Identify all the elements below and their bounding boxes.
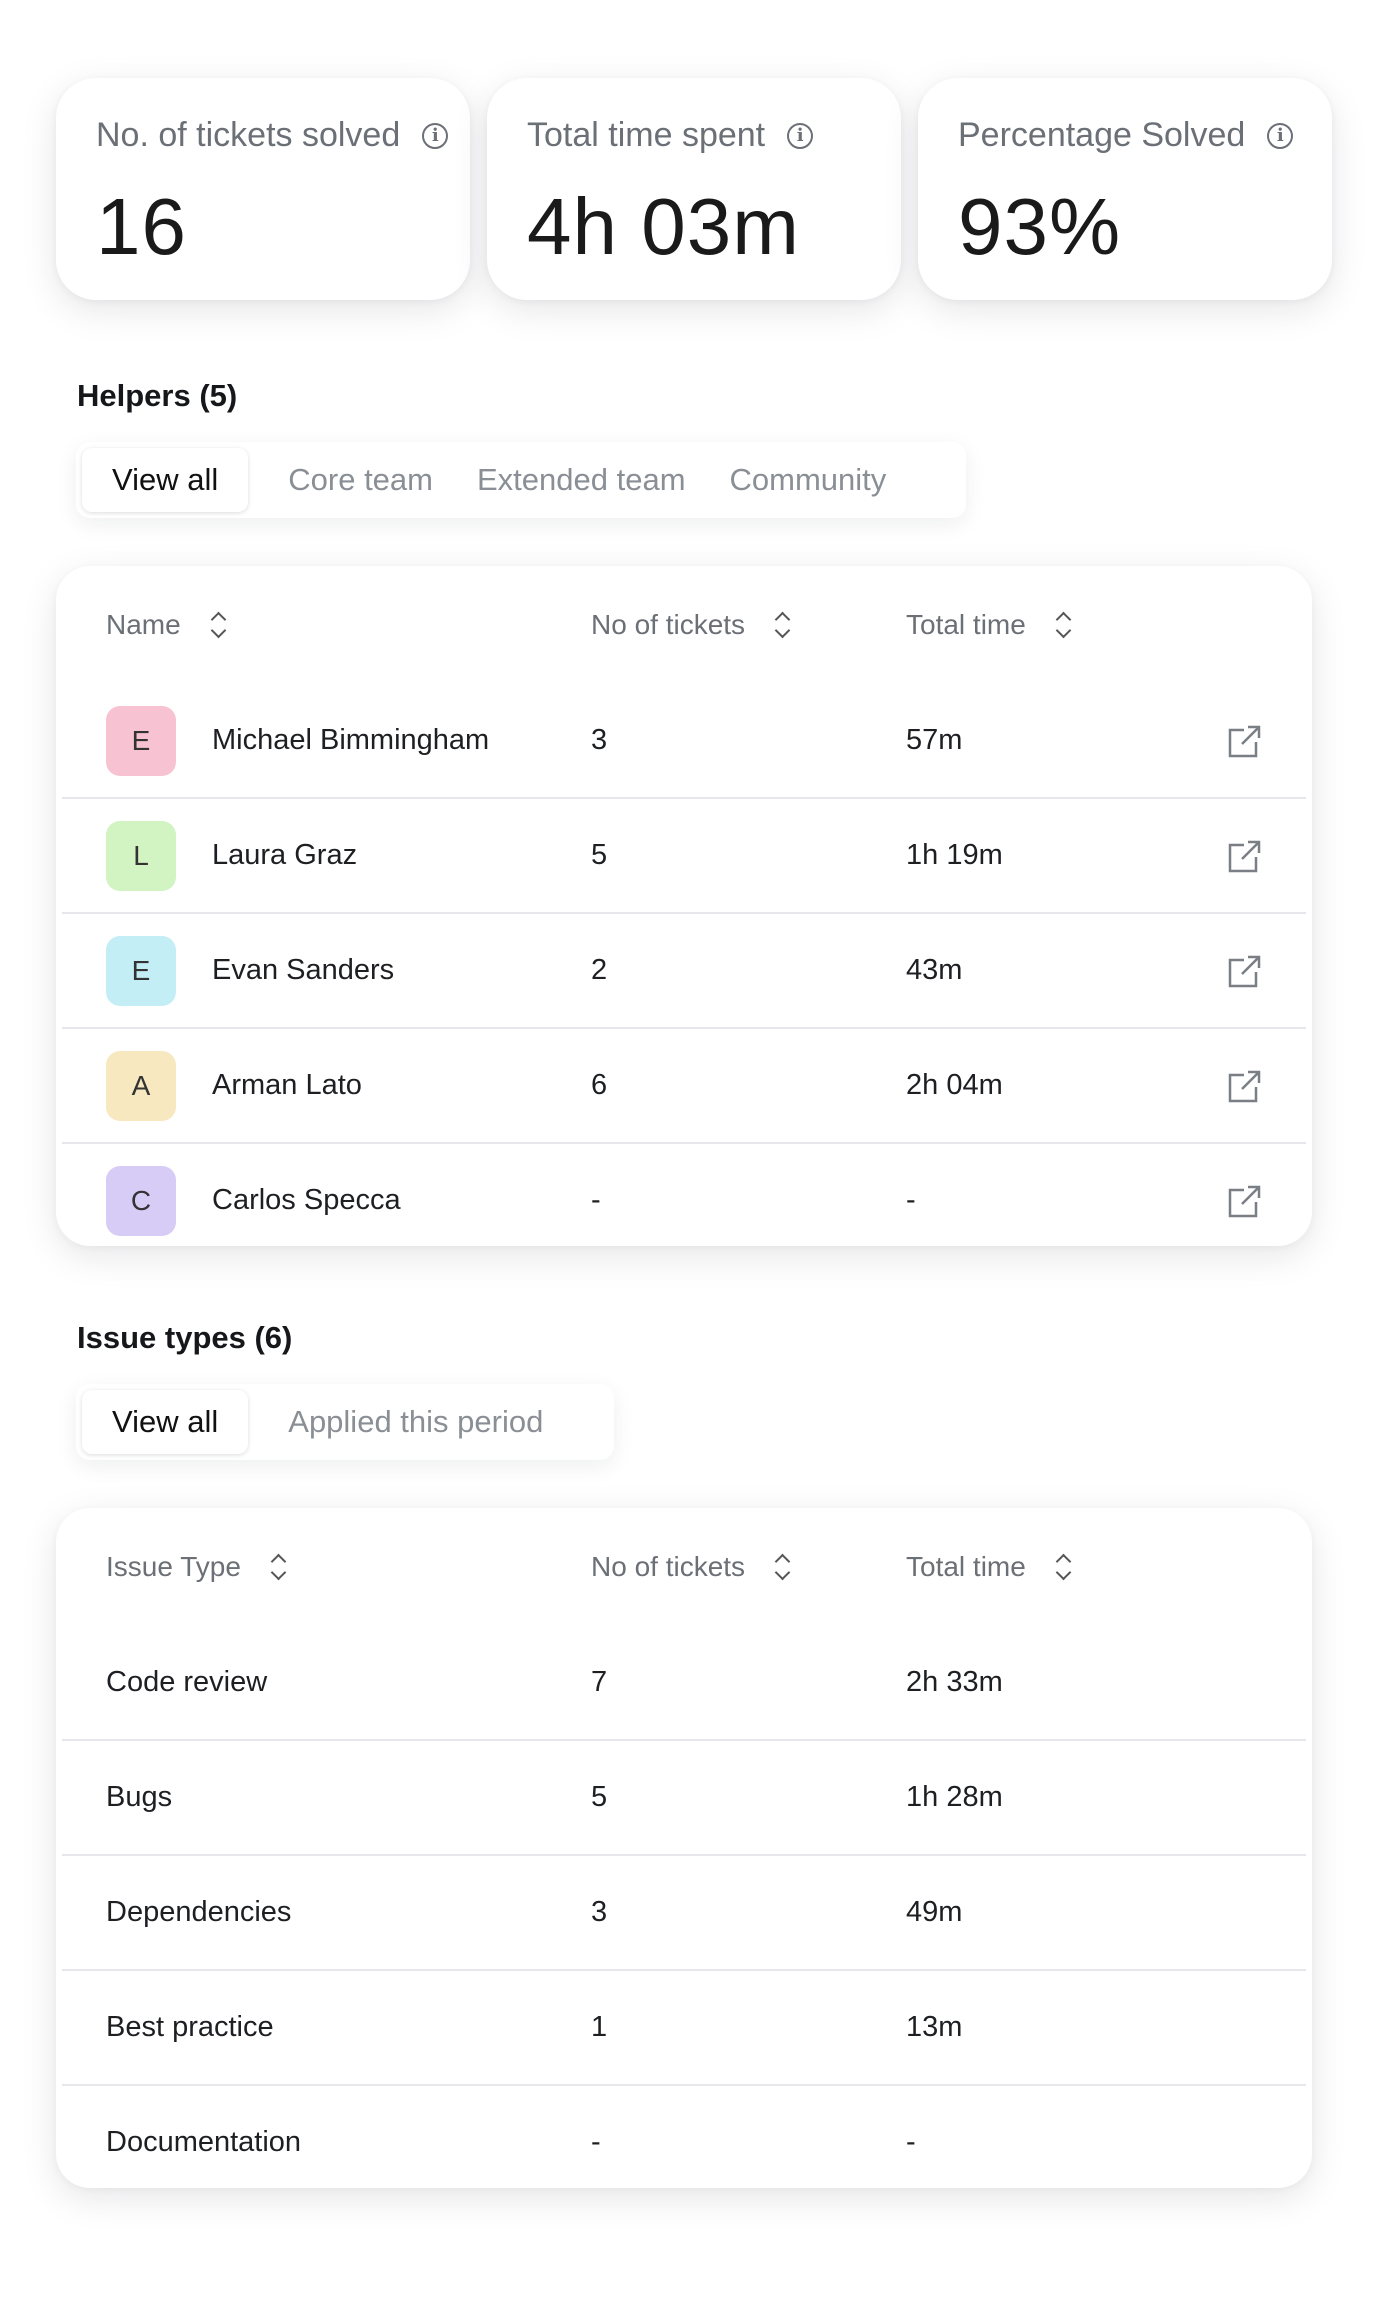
- stat-label-row: No. of tickets solved i: [96, 116, 470, 155]
- table-row[interactable]: Documentation - -: [62, 2084, 1306, 2188]
- ticket-count: 3: [591, 724, 608, 756]
- table-row[interactable]: Code review 7 2h 33m: [62, 1626, 1306, 1739]
- avatar: E: [106, 935, 176, 1006]
- helpers-filter-tabs: View all Core team Extended team Communi…: [76, 442, 966, 518]
- external-link-icon[interactable]: [1222, 837, 1262, 877]
- table-row[interactable]: E Michael Bimmingham 3 57m: [62, 684, 1306, 797]
- sort-icon: [773, 1552, 791, 1582]
- column-label: Issue Type: [106, 1551, 241, 1582]
- total-time: 1h 19m: [906, 839, 1003, 871]
- ticket-count: 1: [591, 2011, 608, 2043]
- issue-type: Documentation: [106, 2126, 302, 2158]
- column-header-time[interactable]: Total time: [906, 1508, 1072, 1626]
- column-label: No of tickets: [591, 609, 746, 640]
- total-time: 57m: [906, 724, 963, 756]
- sort-icon: [1054, 610, 1072, 640]
- helper-name: Laura Graz: [212, 839, 358, 871]
- stat-value: 93%: [958, 182, 1122, 271]
- info-icon[interactable]: i: [422, 122, 449, 149]
- table-row[interactable]: A Arman Lato 6 2h 04m: [62, 1027, 1306, 1142]
- table-header: Issue Type No of tickets Total time: [56, 1508, 1312, 1626]
- sort-icon: [773, 610, 791, 640]
- ticket-count: 7: [591, 1666, 608, 1698]
- stat-label: Percentage Solved: [958, 116, 1246, 154]
- info-icon[interactable]: i: [1267, 122, 1294, 149]
- column-label: Total time: [906, 1551, 1026, 1582]
- info-icon[interactable]: i: [787, 122, 814, 149]
- table-row[interactable]: L Laura Graz 5 1h 19m: [62, 797, 1306, 912]
- total-time: -: [906, 1184, 916, 1216]
- sort-icon: [1054, 1552, 1072, 1582]
- total-time: 13m: [906, 2011, 963, 2043]
- total-time: 49m: [906, 1896, 963, 1928]
- tab-community[interactable]: Community: [708, 448, 909, 512]
- table-row[interactable]: Dependencies 3 49m: [62, 1854, 1306, 1969]
- avatar: L: [106, 820, 176, 891]
- tab-applied-this-period[interactable]: Applied this period: [266, 1390, 565, 1454]
- total-time: 2h 33m: [906, 1666, 1003, 1698]
- avatar: A: [106, 1050, 176, 1121]
- helper-name: Arman Lato: [212, 1069, 362, 1101]
- sort-icon: [209, 610, 227, 640]
- column-header-tickets[interactable]: No of tickets: [591, 566, 791, 684]
- ticket-count: 5: [591, 839, 608, 871]
- external-link-icon[interactable]: [1222, 952, 1262, 992]
- issue-type: Code review: [106, 1666, 268, 1698]
- issue-type: Dependencies: [106, 1896, 292, 1928]
- total-time: -: [906, 2126, 916, 2158]
- stat-value: 4h 03m: [527, 182, 800, 271]
- column-label: Name: [106, 609, 181, 640]
- ticket-count: 2: [591, 954, 608, 986]
- column-header-issue-type[interactable]: Issue Type: [106, 1508, 287, 1626]
- tab-core-team[interactable]: Core team: [266, 448, 455, 512]
- total-time: 1h 28m: [906, 1781, 1003, 1813]
- helpers-title: Helpers (5): [77, 378, 238, 413]
- table-row[interactable]: E Evan Sanders 2 43m: [62, 912, 1306, 1027]
- table-header: Name No of tickets Total time: [56, 566, 1312, 684]
- table-row[interactable]: Best practice 1 13m: [62, 1969, 1306, 2084]
- ticket-count: 6: [591, 1069, 608, 1101]
- sort-icon: [269, 1552, 287, 1582]
- tab-view-all[interactable]: View all: [82, 448, 249, 512]
- issue-type: Best practice: [106, 2011, 274, 2043]
- helper-name: Evan Sanders: [212, 954, 395, 986]
- avatar: E: [106, 705, 176, 776]
- column-label: No of tickets: [591, 1551, 746, 1582]
- stat-card-tickets-solved: No. of tickets solved i 16: [56, 78, 470, 300]
- ticket-count: 3: [591, 1896, 608, 1928]
- total-time: 2h 04m: [906, 1069, 1003, 1101]
- column-header-tickets[interactable]: No of tickets: [591, 1508, 791, 1626]
- ticket-count: -: [591, 2126, 601, 2158]
- total-time: 43m: [906, 954, 963, 986]
- column-header-name[interactable]: Name: [106, 566, 227, 684]
- ticket-count: -: [591, 1184, 601, 1216]
- stat-label: No. of tickets solved: [96, 116, 401, 154]
- table-row[interactable]: Bugs 5 1h 28m: [62, 1739, 1306, 1854]
- helper-name: Carlos Specca: [212, 1184, 401, 1216]
- tab-view-all[interactable]: View all: [82, 1390, 249, 1454]
- stat-card-total-time: Total time spent i 4h 03m: [487, 78, 901, 300]
- column-label: Total time: [906, 609, 1026, 640]
- stat-label-row: Total time spent i: [527, 116, 901, 155]
- stat-value: 16: [96, 182, 187, 271]
- issue-filter-tabs: View all Applied this period: [76, 1384, 614, 1460]
- avatar: C: [106, 1165, 176, 1236]
- helpers-table: Name No of tickets Total time E Michael …: [56, 566, 1312, 1246]
- column-header-time[interactable]: Total time: [906, 566, 1072, 684]
- stats-row: No. of tickets solved i 16 Total time sp…: [56, 78, 1344, 300]
- external-link-icon[interactable]: [1222, 1182, 1262, 1222]
- external-link-icon[interactable]: [1222, 722, 1262, 762]
- issue-types-title: Issue types (6): [77, 1320, 293, 1355]
- issue-types-table: Issue Type No of tickets Total time Code…: [56, 1508, 1312, 2188]
- tab-extended-team[interactable]: Extended team: [455, 448, 708, 512]
- stat-label: Total time spent: [527, 116, 766, 154]
- table-row[interactable]: C Carlos Specca - -: [62, 1142, 1306, 1246]
- helper-name: Michael Bimmingham: [212, 724, 490, 756]
- ticket-count: 5: [591, 1781, 608, 1813]
- issue-type: Bugs: [106, 1781, 173, 1813]
- stat-label-row: Percentage Solved i: [958, 116, 1332, 155]
- external-link-icon[interactable]: [1222, 1067, 1262, 1107]
- stat-card-percentage-solved: Percentage Solved i 93%: [918, 78, 1332, 300]
